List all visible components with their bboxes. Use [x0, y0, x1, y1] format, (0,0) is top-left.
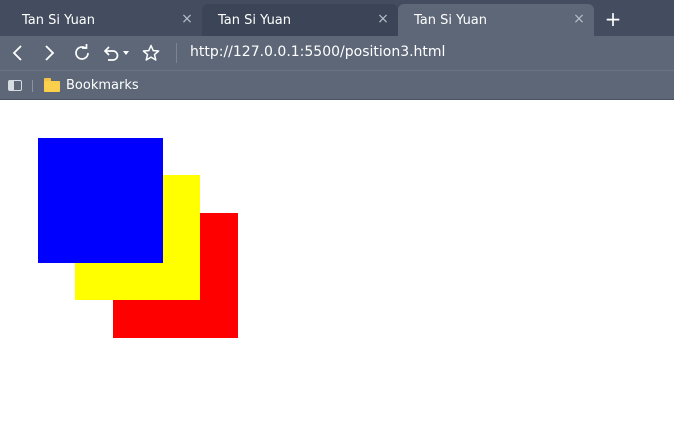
tab-1[interactable]: Tan Si Yuan × [0, 4, 202, 36]
tab-title: Tan Si Yuan [218, 12, 292, 28]
close-tab-icon[interactable]: × [376, 12, 390, 26]
sidebar-icon[interactable] [8, 80, 22, 91]
undo-icon [103, 46, 119, 61]
blue-box [38, 138, 163, 263]
tab-bar: Tan Si Yuan × Tan Si Yuan × Tan Si Yuan … [0, 0, 674, 36]
new-tab-button[interactable]: + [603, 9, 623, 29]
back-button[interactable] [7, 42, 29, 64]
bookmarks-folder[interactable]: Bookmarks [66, 78, 139, 93]
divider [176, 43, 177, 63]
reload-icon [75, 44, 89, 60]
divider [32, 80, 33, 92]
navigation-bar: http://127.0.0.1:5500/position3.html [0, 36, 674, 70]
tab-2[interactable]: Tan Si Yuan × [202, 4, 398, 36]
page-content [0, 100, 674, 428]
undo-dropdown[interactable] [120, 42, 132, 64]
back-icon [12, 45, 22, 61]
close-tab-icon[interactable]: × [572, 12, 586, 26]
undo-button[interactable] [100, 42, 122, 64]
bookmark-star-button[interactable] [140, 42, 162, 64]
tab-3-active[interactable]: Tan Si Yuan × [398, 4, 594, 36]
tab-title: Tan Si Yuan [22, 12, 96, 28]
tab-title: Tan Si Yuan [414, 12, 488, 28]
address-bar-input[interactable]: http://127.0.0.1:5500/position3.html [190, 44, 445, 60]
dropdown-icon [123, 51, 129, 55]
star-icon [142, 44, 160, 61]
bookmarks-bar: Bookmarks [0, 70, 674, 100]
forward-button[interactable] [38, 42, 60, 64]
reload-button[interactable] [71, 42, 93, 64]
close-tab-icon[interactable]: × [180, 12, 194, 26]
forward-icon [45, 45, 55, 61]
folder-icon [44, 78, 60, 92]
